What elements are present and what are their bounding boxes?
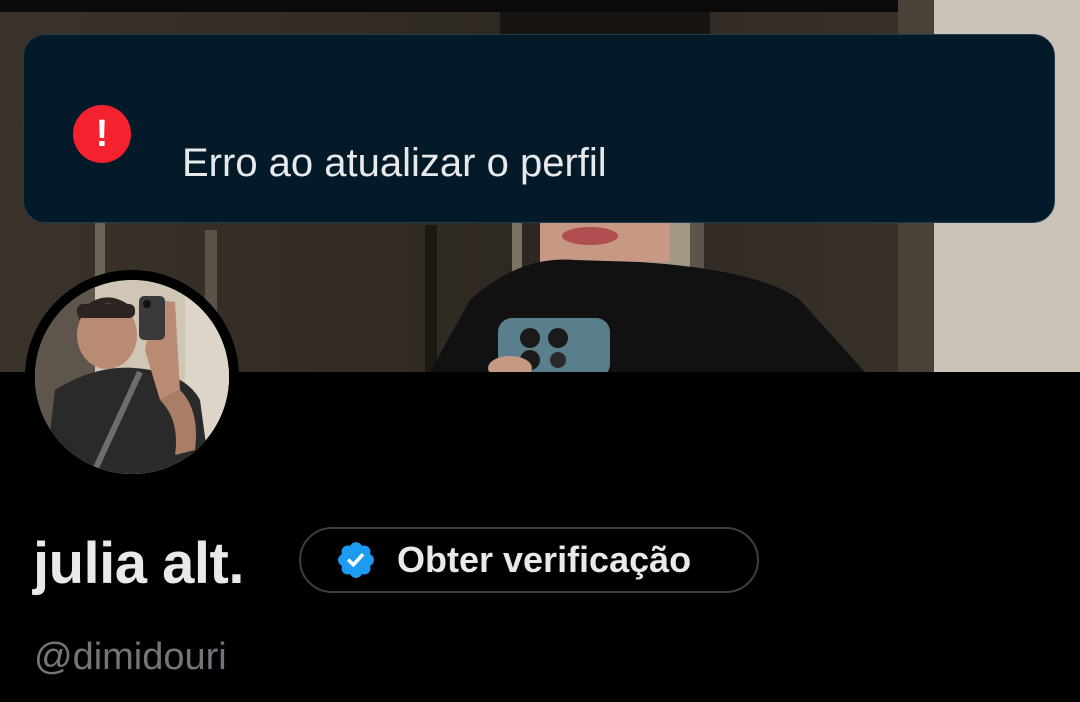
get-verified-label: Obter verificação [397, 539, 692, 580]
toast-message: Erro ao atualizar o perfil [182, 141, 607, 185]
error-toast: ! Erro ao atualizar o perfil [23, 34, 1055, 223]
profile-screen: ! Erro ao atualizar o perfil julia alt. … [0, 0, 1080, 702]
username-handle: @dimidouri [34, 636, 227, 678]
get-verified-button[interactable]: Obter verificação [299, 527, 759, 593]
avatar-photo-illustration [35, 280, 229, 474]
avatar[interactable] [25, 270, 239, 484]
error-exclamation-icon: ! [73, 105, 131, 163]
profile-photo [35, 280, 229, 474]
verified-badge-icon [338, 542, 374, 578]
display-name: julia alt. [33, 531, 244, 596]
